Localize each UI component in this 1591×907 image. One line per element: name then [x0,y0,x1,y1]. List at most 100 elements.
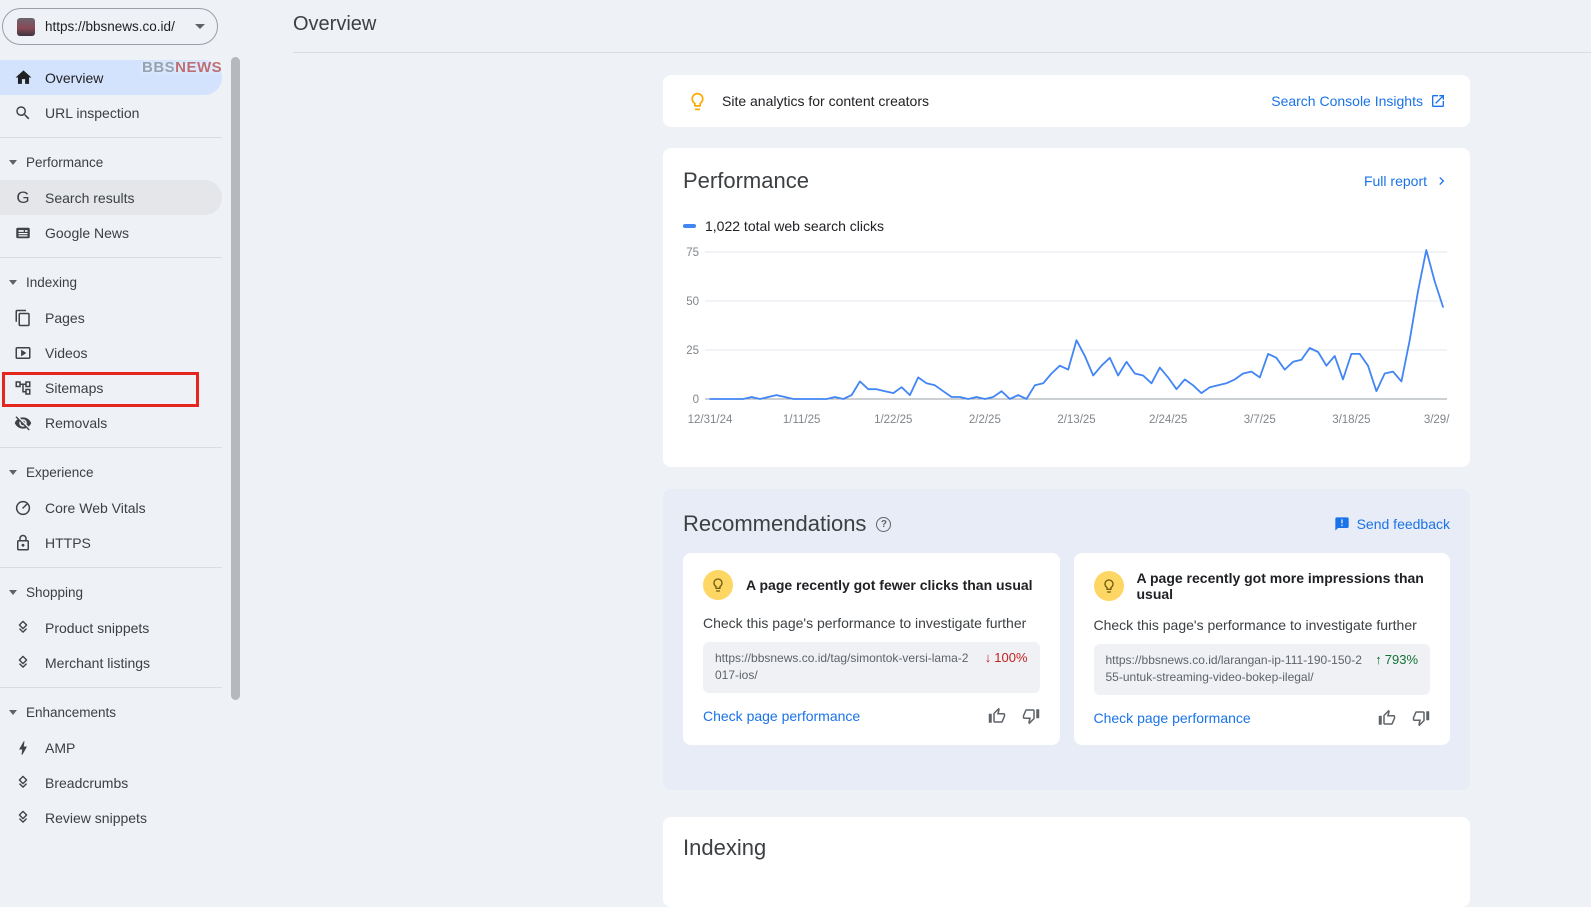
indexing-title: Indexing [683,835,766,860]
recommendations-title: Recommendations [683,511,866,537]
sidebar-item-review-snippets[interactable]: Review snippets [0,800,222,835]
sidebar-item-label: Sitemaps [45,380,103,396]
section-header-enhancements[interactable]: Enhancements [0,695,222,730]
insights-banner: Site analytics for content creators Sear… [663,75,1470,127]
sitemap-tree-icon [13,378,33,398]
sidebar-item-google-news[interactable]: Google News [0,215,222,250]
check-page-performance-link[interactable]: Check page performance [703,708,860,724]
header-divider [293,52,1591,53]
sidebar: https://bbsnews.co.id/ Overview URL insp… [0,0,250,849]
svg-text:50: 50 [686,296,699,308]
performance-title: Performance [683,168,809,194]
sidebar-item-label: Breadcrumbs [45,775,128,791]
snippet-diamonds-icon [13,808,33,828]
sidebar-item-url-inspection[interactable]: URL inspection [0,95,222,130]
thumbs-down-icon[interactable] [1412,709,1430,727]
sidebar-item-label: Pages [45,310,85,326]
collapse-triangle-icon [9,710,17,715]
sidebar-item-search-results[interactable]: G Search results [0,180,222,215]
svg-text:3/29/25: 3/29/25 [1424,414,1450,426]
recommendation-card-fewer-clicks: A page recently got fewer clicks than us… [683,553,1060,745]
full-report-link[interactable]: Full report [1364,173,1450,189]
arrow-down-icon: ↓ [985,650,992,665]
pages-icon [13,308,33,328]
snippet-diamonds-icon [13,618,33,638]
svg-text:3/7/25: 3/7/25 [1244,414,1276,426]
sidebar-item-videos[interactable]: Videos [0,335,222,370]
clicks-line-chart: 025507512/31/241/11/251/22/252/2/252/13/… [683,244,1450,432]
lock-icon [13,533,33,553]
svg-text:2/13/25: 2/13/25 [1057,414,1095,426]
thumbs-up-icon[interactable] [1378,709,1396,727]
sidebar-item-core-web-vitals[interactable]: Core Web Vitals [0,490,222,525]
divider [0,257,222,258]
legend-label: 1,022 total web search clicks [705,218,884,234]
sidebar-item-amp[interactable]: AMP [0,730,222,765]
site-favicon [17,18,35,36]
thumbs-down-icon[interactable] [1022,707,1040,725]
page-url: https://bbsnews.co.id/larangan-ip-111-19… [1106,652,1366,687]
section-header-performance[interactable]: Performance [0,145,222,180]
sidebar-scrollbar[interactable] [231,57,240,700]
collapse-triangle-icon [9,160,17,165]
recommendation-card-more-impressions: A page recently got more impressions tha… [1074,553,1451,745]
collapse-triangle-icon [9,280,17,285]
page-url-chip: https://bbsnews.co.id/larangan-ip-111-19… [1094,644,1431,695]
sidebar-item-label: AMP [45,740,75,756]
section-header-experience[interactable]: Experience [0,455,222,490]
lightbulb-badge-icon [703,570,733,600]
section-header-shopping[interactable]: Shopping [0,575,222,610]
divider [0,567,222,568]
delta-badge: ↑ 793% [1375,652,1418,667]
thumbs-up-icon[interactable] [988,707,1006,725]
recommendation-body: Check this page's performance to investi… [703,615,1040,631]
divider [0,687,222,688]
svg-text:1/11/25: 1/11/25 [783,414,821,426]
sidebar-item-label: Overview [45,70,103,86]
sidebar-item-label: URL inspection [45,105,139,121]
video-icon [13,343,33,363]
sidebar-item-merchant-listings[interactable]: Merchant listings [0,645,222,680]
sidebar-item-breadcrumbs[interactable]: Breadcrumbs [0,765,222,800]
news-icon [13,223,33,243]
feedback-icon [1334,516,1350,532]
performance-card: Performance Full report 1,022 total web … [663,148,1470,467]
banner-text: Site analytics for content creators [722,93,1257,109]
property-selector[interactable]: https://bbsnews.co.id/ [2,8,218,45]
section-header-indexing[interactable]: Indexing [0,265,222,300]
sidebar-item-label: Core Web Vitals [45,500,146,516]
svg-text:25: 25 [686,345,699,357]
sidebar-item-removals[interactable]: Removals [0,405,222,440]
indexing-card: Indexing [663,817,1470,907]
svg-text:2/24/25: 2/24/25 [1149,414,1187,426]
snippet-diamonds-icon [13,773,33,793]
check-page-performance-link[interactable]: Check page performance [1094,710,1251,726]
sidebar-item-label: Removals [45,415,107,431]
legend-dash-icon [683,224,696,228]
sidebar-item-product-snippets[interactable]: Product snippets [0,610,222,645]
sidebar-item-overview[interactable]: Overview [0,60,222,95]
search-console-insights-link[interactable]: Search Console Insights [1271,93,1446,109]
chart-legend: 1,022 total web search clicks [683,218,1450,234]
sidebar-item-https[interactable]: HTTPS [0,525,222,560]
lightbulb-icon [687,91,708,112]
divider [0,447,222,448]
arrow-up-icon: ↑ [1375,652,1382,667]
property-url: https://bbsnews.co.id/ [45,19,185,34]
page-url: https://bbsnews.co.id/tag/simontok-versi… [715,650,975,685]
recommendation-title: A page recently got more impressions tha… [1137,570,1431,602]
sidebar-nav: Overview URL inspection Performance G Se… [0,60,222,835]
send-feedback-link[interactable]: Send feedback [1334,516,1450,532]
delta-badge: ↓ 100% [985,650,1028,665]
search-icon [13,103,33,123]
svg-text:75: 75 [686,247,699,259]
sidebar-item-sitemaps[interactable]: Sitemaps [0,370,222,405]
google-g-icon: G [13,188,33,208]
svg-text:1/22/25: 1/22/25 [874,414,912,426]
help-icon[interactable]: ? [876,517,891,532]
recommendations-section: Recommendations ? Send feedback A page r… [663,489,1470,790]
snippet-diamonds-icon [13,653,33,673]
lightbulb-badge-icon [1094,571,1124,601]
sidebar-item-pages[interactable]: Pages [0,300,222,335]
recommendation-body: Check this page's performance to investi… [1094,617,1431,633]
